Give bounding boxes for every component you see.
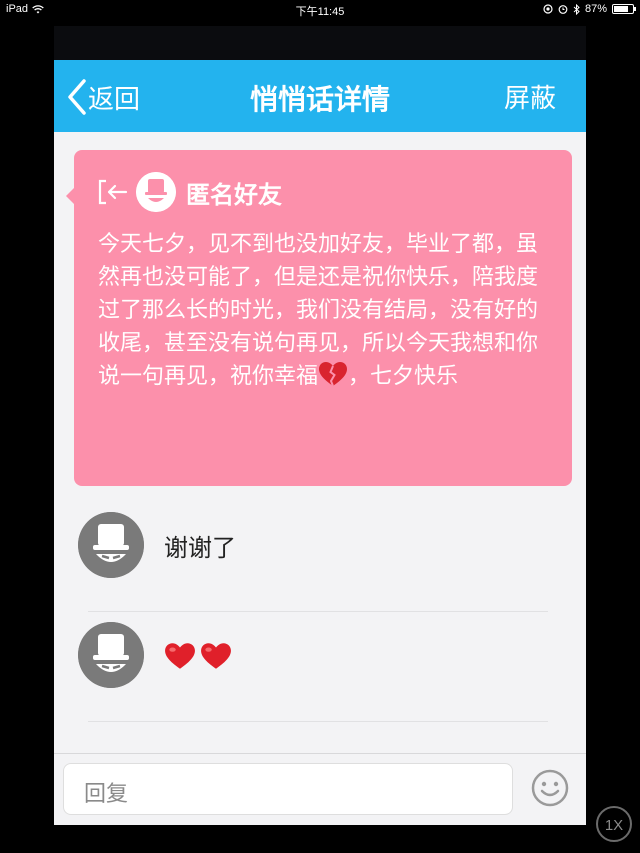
message-header: 匿名好友 (98, 172, 282, 212)
red-heart-icon (201, 643, 231, 669)
navigation-bar: 返回 悄悄话详情 屏蔽 (54, 60, 586, 132)
top-strip (54, 26, 586, 60)
battery-level (614, 6, 628, 12)
reply-emoji (164, 642, 232, 670)
emoji-icon[interactable] (530, 768, 570, 808)
bluetooth-icon (573, 3, 580, 15)
rotation-lock-icon (543, 4, 553, 14)
exit-icon (98, 179, 128, 205)
alarm-icon (558, 5, 568, 14)
avatar (78, 622, 144, 688)
anonymous-avatar-icon (136, 172, 176, 212)
reply-item (78, 612, 548, 722)
message-card: 匿名好友 今天七夕，见不到也没加好友，毕业了都，虽然再也没可能了，但是还是祝你快… (66, 150, 572, 486)
reply-text: 谢谢了 (164, 534, 236, 562)
zoom-button[interactable]: 1X (596, 806, 632, 842)
broken-heart-icon (319, 362, 348, 387)
battery-icon (612, 4, 636, 14)
divider (88, 721, 548, 722)
sender-name: 匿名好友 (186, 180, 282, 209)
red-heart-icon (165, 643, 195, 669)
avatar (78, 512, 144, 578)
reply-bar: 回复 (54, 753, 586, 825)
reply-item: 谢谢了 (78, 502, 548, 612)
reply-input[interactable]: 回复 (63, 763, 513, 815)
message-text-part2: ，七夕快乐 (348, 364, 459, 389)
block-button[interactable]: 屏蔽 (504, 78, 556, 115)
app-window: 返回 悄悄话详情 屏蔽 匿名好友 今天七夕，见不到也没加好友，毕业了都，虽然再也… (54, 60, 586, 825)
status-bar: iPad 下午11:45 87% (0, 0, 640, 18)
card-pointer (66, 188, 74, 204)
message-text: 今天七夕，见不到也没加好友，毕业了都，虽然再也没可能了，但是还是祝你快乐，陪我度… (98, 228, 558, 393)
battery-percent: 87% (584, 3, 607, 15)
